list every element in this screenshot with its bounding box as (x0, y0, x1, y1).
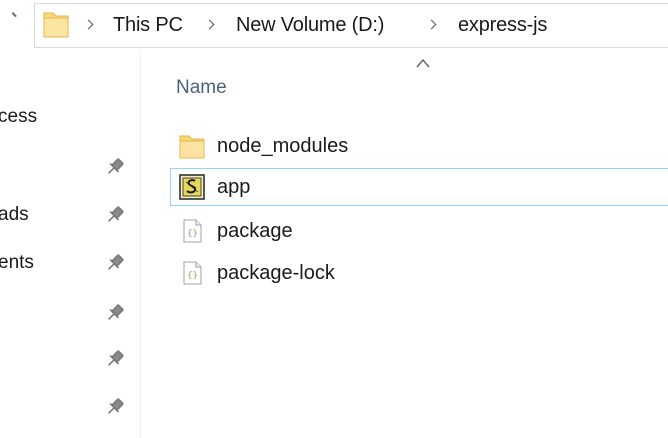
file-row-app[interactable]: app (170, 168, 668, 206)
nav-item-documents-label[interactable]: ents (0, 252, 34, 274)
file-row-package-lock[interactable]: {} package-lock (170, 254, 668, 292)
chevron-right-icon[interactable] (83, 19, 94, 30)
json-file-icon: {} (183, 261, 202, 285)
chevron-right-icon[interactable] (426, 19, 437, 30)
pin-icon[interactable] (104, 204, 126, 226)
column-header-name[interactable]: Name (176, 76, 227, 100)
file-row-node-modules[interactable]: node_modules (170, 127, 668, 165)
file-explorer-window: This PC New Volume (D:) express-js cess … (0, 0, 668, 438)
file-name: app (217, 176, 251, 198)
breadcrumb: This PC New Volume (D:) express-js (0, 0, 668, 50)
pin-icon[interactable] (104, 348, 126, 370)
chevron-right-icon[interactable] (204, 19, 215, 30)
file-name: package (217, 220, 293, 242)
json-file-icon: {} (183, 219, 202, 243)
address-bar: This PC New Volume (D:) express-js (0, 0, 668, 50)
pin-icon[interactable] (104, 156, 126, 178)
pin-icon[interactable] (104, 302, 126, 324)
nav-item-downloads-label[interactable]: ads (0, 204, 29, 226)
script-file-icon (179, 174, 205, 200)
folder-icon (179, 135, 205, 159)
pin-icon[interactable] (104, 252, 126, 274)
file-row-package[interactable]: {} package (170, 212, 668, 250)
pin-icon[interactable] (104, 396, 126, 418)
file-name: package-lock (217, 262, 335, 284)
svg-text:{}: {} (187, 271, 198, 281)
breadcrumb-express-js[interactable]: express-js (458, 12, 547, 38)
navigation-pane: cess ads ents (0, 50, 141, 438)
breadcrumb-this-pc[interactable]: This PC (113, 12, 183, 38)
sort-ascending-icon[interactable] (416, 58, 430, 68)
nav-item-quick-access-label[interactable]: cess (0, 106, 37, 128)
svg-text:{}: {} (187, 229, 198, 239)
file-name: node_modules (217, 135, 349, 157)
breadcrumb-new-volume[interactable]: New Volume (D:) (236, 12, 384, 38)
